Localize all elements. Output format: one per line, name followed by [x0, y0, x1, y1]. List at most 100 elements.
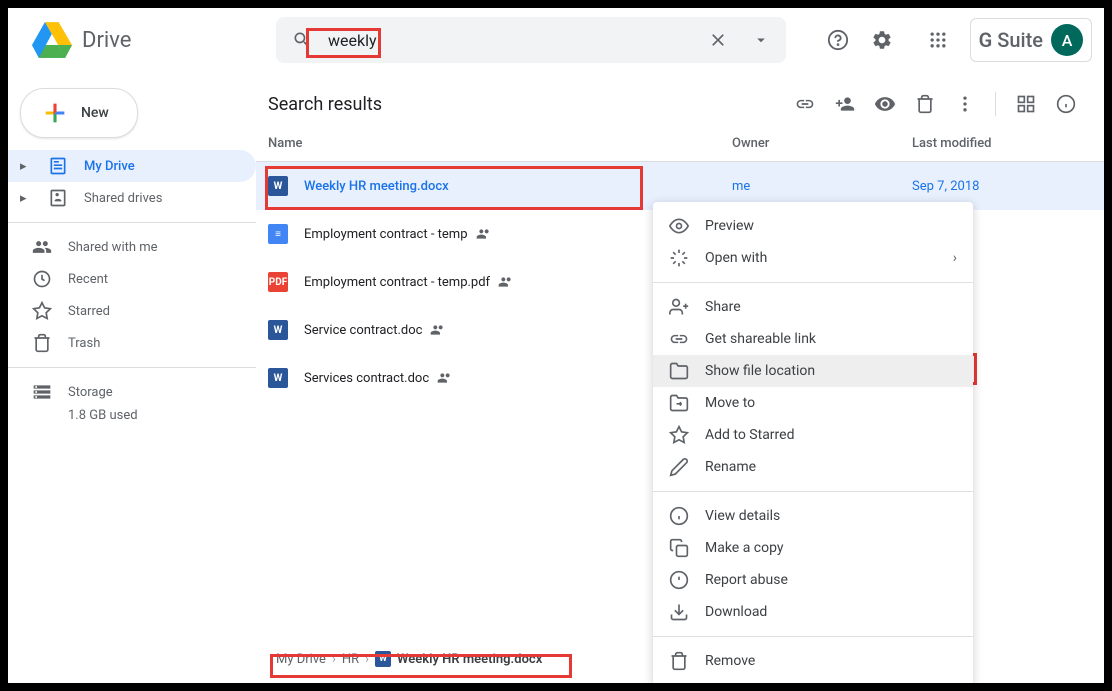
sidebar-item-my-drive[interactable]: ▸ My Drive — [8, 150, 256, 182]
settings-icon[interactable] — [862, 20, 902, 60]
sidebar-item-label: Trash — [68, 336, 100, 351]
delete-icon[interactable] — [907, 86, 943, 122]
breadcrumb-item[interactable]: HR — [342, 652, 359, 667]
menu-item-show-file-location[interactable]: Show file location — [653, 355, 973, 387]
view-grid-icon[interactable] — [1008, 86, 1044, 122]
word-file-icon: W — [375, 651, 391, 667]
word-file-icon: W — [268, 176, 288, 196]
menu-item-label: Rename — [705, 459, 756, 475]
word-file-icon: W — [268, 368, 288, 388]
menu-item-label: Move to — [705, 395, 755, 411]
file-modified: Sep 7, 2018 — [912, 179, 1092, 194]
sidebar-item-storage[interactable]: Storage — [8, 376, 256, 408]
chevron-right-icon: › — [332, 652, 336, 667]
menu-item-open-with[interactable]: Open with › — [653, 242, 973, 274]
eye-icon — [669, 216, 689, 236]
chevron-right-icon: ▸ — [20, 159, 32, 174]
menu-item-label: Download — [705, 604, 767, 620]
shared-icon — [437, 370, 453, 386]
page-title: Search results — [268, 94, 787, 115]
file-name-text: Service contract.doc — [304, 323, 422, 338]
menu-item-rename[interactable]: Rename — [653, 451, 973, 483]
sidebar-item-label: Shared drives — [84, 191, 162, 206]
search-clear-icon[interactable] — [700, 22, 736, 58]
search-bar[interactable] — [276, 17, 786, 63]
shared-drives-icon — [48, 188, 68, 208]
drive-triangle-icon — [32, 20, 72, 60]
recent-icon — [32, 269, 52, 289]
rename-icon — [669, 457, 689, 477]
menu-item-label: Show file location — [705, 363, 815, 379]
new-button[interactable]: New — [20, 88, 138, 138]
menu-item-label: Add to Starred — [705, 427, 794, 443]
menu-item-label: Make a copy — [705, 540, 784, 556]
report-icon — [669, 570, 689, 590]
menu-item-share[interactable]: Share — [653, 291, 973, 323]
help-icon[interactable] — [818, 20, 858, 60]
trash-icon — [32, 333, 52, 353]
menu-item-get-shareable-link[interactable]: Get shareable link — [653, 323, 973, 355]
apps-grid-icon[interactable] — [918, 20, 958, 60]
app-name: Drive — [82, 28, 131, 53]
column-owner[interactable]: Owner — [732, 136, 912, 151]
sidebar-item-label: Recent — [68, 272, 108, 287]
sidebar-item-label: My Drive — [84, 159, 135, 174]
sidebar-item-starred[interactable]: Starred — [8, 295, 256, 327]
breadcrumb: My Drive › HR › W Weekly HR meeting.docx — [268, 647, 550, 671]
chevron-right-icon: ▸ — [20, 191, 32, 206]
drive-logo[interactable]: Drive — [20, 20, 260, 60]
more-actions-icon[interactable] — [947, 86, 983, 122]
column-modified[interactable]: Last modified — [912, 136, 1092, 151]
sidebar-item-recent[interactable]: Recent — [8, 263, 256, 295]
menu-item-remove[interactable]: Remove — [653, 645, 973, 677]
menu-item-label: Report abuse — [705, 572, 788, 588]
menu-item-view-details[interactable]: View details — [653, 500, 973, 532]
sidebar-item-trash[interactable]: Trash — [8, 327, 256, 359]
copy-icon — [669, 538, 689, 558]
gsuite-badge[interactable]: G Suite A — [970, 18, 1092, 62]
search-options-icon[interactable] — [744, 23, 778, 57]
avatar[interactable]: A — [1051, 24, 1083, 56]
link-icon — [669, 329, 689, 349]
info-icon — [669, 506, 689, 526]
menu-divider — [653, 491, 973, 492]
star-icon — [669, 425, 689, 445]
file-name-text: Employment contract - temp — [304, 227, 468, 242]
menu-item-move-to[interactable]: Move to — [653, 387, 973, 419]
menu-item-download[interactable]: Download — [653, 596, 973, 628]
sidebar-item-label: Storage — [68, 385, 113, 400]
download-icon — [669, 602, 689, 622]
view-details-icon[interactable] — [1048, 86, 1084, 122]
move-icon — [669, 393, 689, 413]
plus-icon — [41, 99, 69, 127]
menu-item-make-a-copy[interactable]: Make a copy — [653, 532, 973, 564]
storage-icon — [32, 382, 52, 402]
my-drive-icon — [48, 156, 68, 176]
sidebar-item-label: Starred — [68, 304, 110, 319]
menu-item-report-abuse[interactable]: Report abuse — [653, 564, 973, 596]
search-input[interactable] — [328, 31, 692, 50]
get-link-icon[interactable] — [787, 86, 823, 122]
menu-divider — [653, 282, 973, 283]
breadcrumb-item[interactable]: My Drive — [276, 652, 326, 667]
starred-icon — [32, 301, 52, 321]
file-name-text: Employment contract - temp.pdf — [304, 275, 490, 290]
sidebar-item-shared-with-me[interactable]: Shared with me — [8, 231, 256, 263]
menu-item-preview[interactable]: Preview — [653, 210, 973, 242]
new-button-label: New — [81, 105, 109, 121]
menu-item-add-to-starred[interactable]: Add to Starred — [653, 419, 973, 451]
column-name[interactable]: Name — [268, 136, 732, 151]
preview-icon[interactable] — [867, 86, 903, 122]
menu-item-label: Open with — [705, 250, 767, 266]
shared-icon — [476, 226, 492, 242]
shared-with-me-icon — [32, 237, 52, 257]
sidebar-item-shared-drives[interactable]: ▸ Shared drives — [8, 182, 256, 214]
sidebar-item-label: Shared with me — [68, 240, 158, 255]
share-icon[interactable] — [827, 86, 863, 122]
menu-item-label: Remove — [705, 653, 755, 669]
pdf-file-icon: PDF — [268, 272, 288, 292]
shared-icon — [498, 274, 514, 290]
search-icon[interactable] — [284, 22, 320, 58]
breadcrumb-item-current[interactable]: W Weekly HR meeting.docx — [375, 651, 542, 667]
shared-icon — [430, 322, 446, 338]
